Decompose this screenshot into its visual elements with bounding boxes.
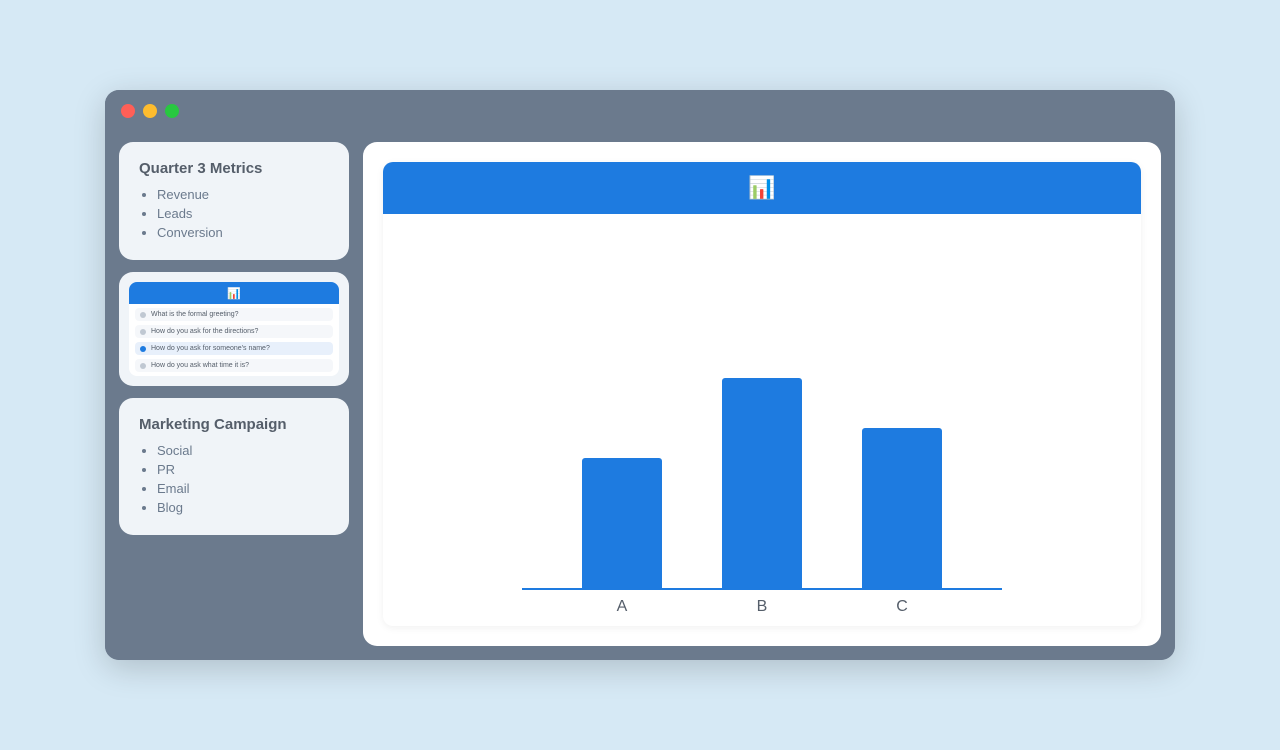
quiz-row-text-3: How do you ask for someone's name? [151, 345, 270, 352]
quiz-rows: What is the formal greeting? How do you … [129, 304, 339, 376]
list-item-revenue: Revenue [157, 187, 329, 202]
chart-header: 📊 [383, 162, 1141, 214]
bar-a [582, 458, 662, 588]
quiz-row-4[interactable]: How do you ask what time it is? [135, 359, 333, 372]
bar-group-b [722, 378, 802, 588]
title-bar [105, 90, 1175, 132]
chart-bar-icon: 📊 [748, 175, 775, 201]
bar-c [862, 428, 942, 588]
close-button[interactable] [121, 104, 135, 118]
quarter3-list: Revenue Leads Conversion [139, 187, 329, 240]
list-item-email: Email [157, 481, 329, 496]
marketing-campaign-card: Marketing Campaign Social PR Email Blog [119, 398, 349, 535]
quiz-dot-2 [140, 329, 146, 335]
list-item-conversion: Conversion [157, 225, 329, 240]
quiz-dot-3 [140, 346, 146, 352]
bar-group-c [862, 428, 942, 588]
bar-group-a [582, 458, 662, 588]
bar-b [722, 378, 802, 588]
marketing-title: Marketing Campaign [139, 416, 329, 433]
x-label-c: C [862, 598, 942, 616]
marketing-list: Social PR Email Blog [139, 443, 329, 515]
sidebar: Quarter 3 Metrics Revenue Leads Conversi… [119, 142, 349, 646]
quiz-preview-inner: 📊 What is the formal greeting? How do yo… [129, 282, 339, 376]
list-item-pr: PR [157, 462, 329, 477]
quiz-dot-1 [140, 312, 146, 318]
chart-body: A B C [383, 214, 1141, 626]
bars-area [423, 328, 1101, 588]
list-item-blog: Blog [157, 500, 329, 515]
main-content: 📊 [363, 142, 1161, 646]
quiz-row-2[interactable]: How do you ask for the directions? [135, 325, 333, 338]
quarter3-title: Quarter 3 Metrics [139, 160, 329, 177]
quiz-row-text-4: How do you ask what time it is? [151, 362, 249, 369]
quiz-row-3[interactable]: How do you ask for someone's name? [135, 342, 333, 355]
quiz-row-1[interactable]: What is the formal greeting? [135, 308, 333, 321]
bar-chart: 📊 [383, 162, 1141, 626]
quiz-preview-card: 📊 What is the formal greeting? How do yo… [119, 272, 349, 386]
minimize-button[interactable] [143, 104, 157, 118]
list-item-leads: Leads [157, 206, 329, 221]
x-label-a: A [582, 598, 662, 616]
quarter3-metrics-card: Quarter 3 Metrics Revenue Leads Conversi… [119, 142, 349, 260]
browser-window: Quarter 3 Metrics Revenue Leads Conversi… [105, 90, 1175, 660]
x-labels: A B C [423, 598, 1101, 616]
x-axis-line [522, 588, 1002, 590]
quiz-chart-icon: 📊 [227, 287, 241, 300]
quiz-row-text-2: How do you ask for the directions? [151, 328, 258, 335]
quiz-row-text-1: What is the formal greeting? [151, 311, 239, 318]
browser-body: Quarter 3 Metrics Revenue Leads Conversi… [105, 132, 1175, 660]
quiz-dot-4 [140, 363, 146, 369]
x-label-b: B [722, 598, 802, 616]
maximize-button[interactable] [165, 104, 179, 118]
list-item-social: Social [157, 443, 329, 458]
quiz-header: 📊 [129, 282, 339, 304]
